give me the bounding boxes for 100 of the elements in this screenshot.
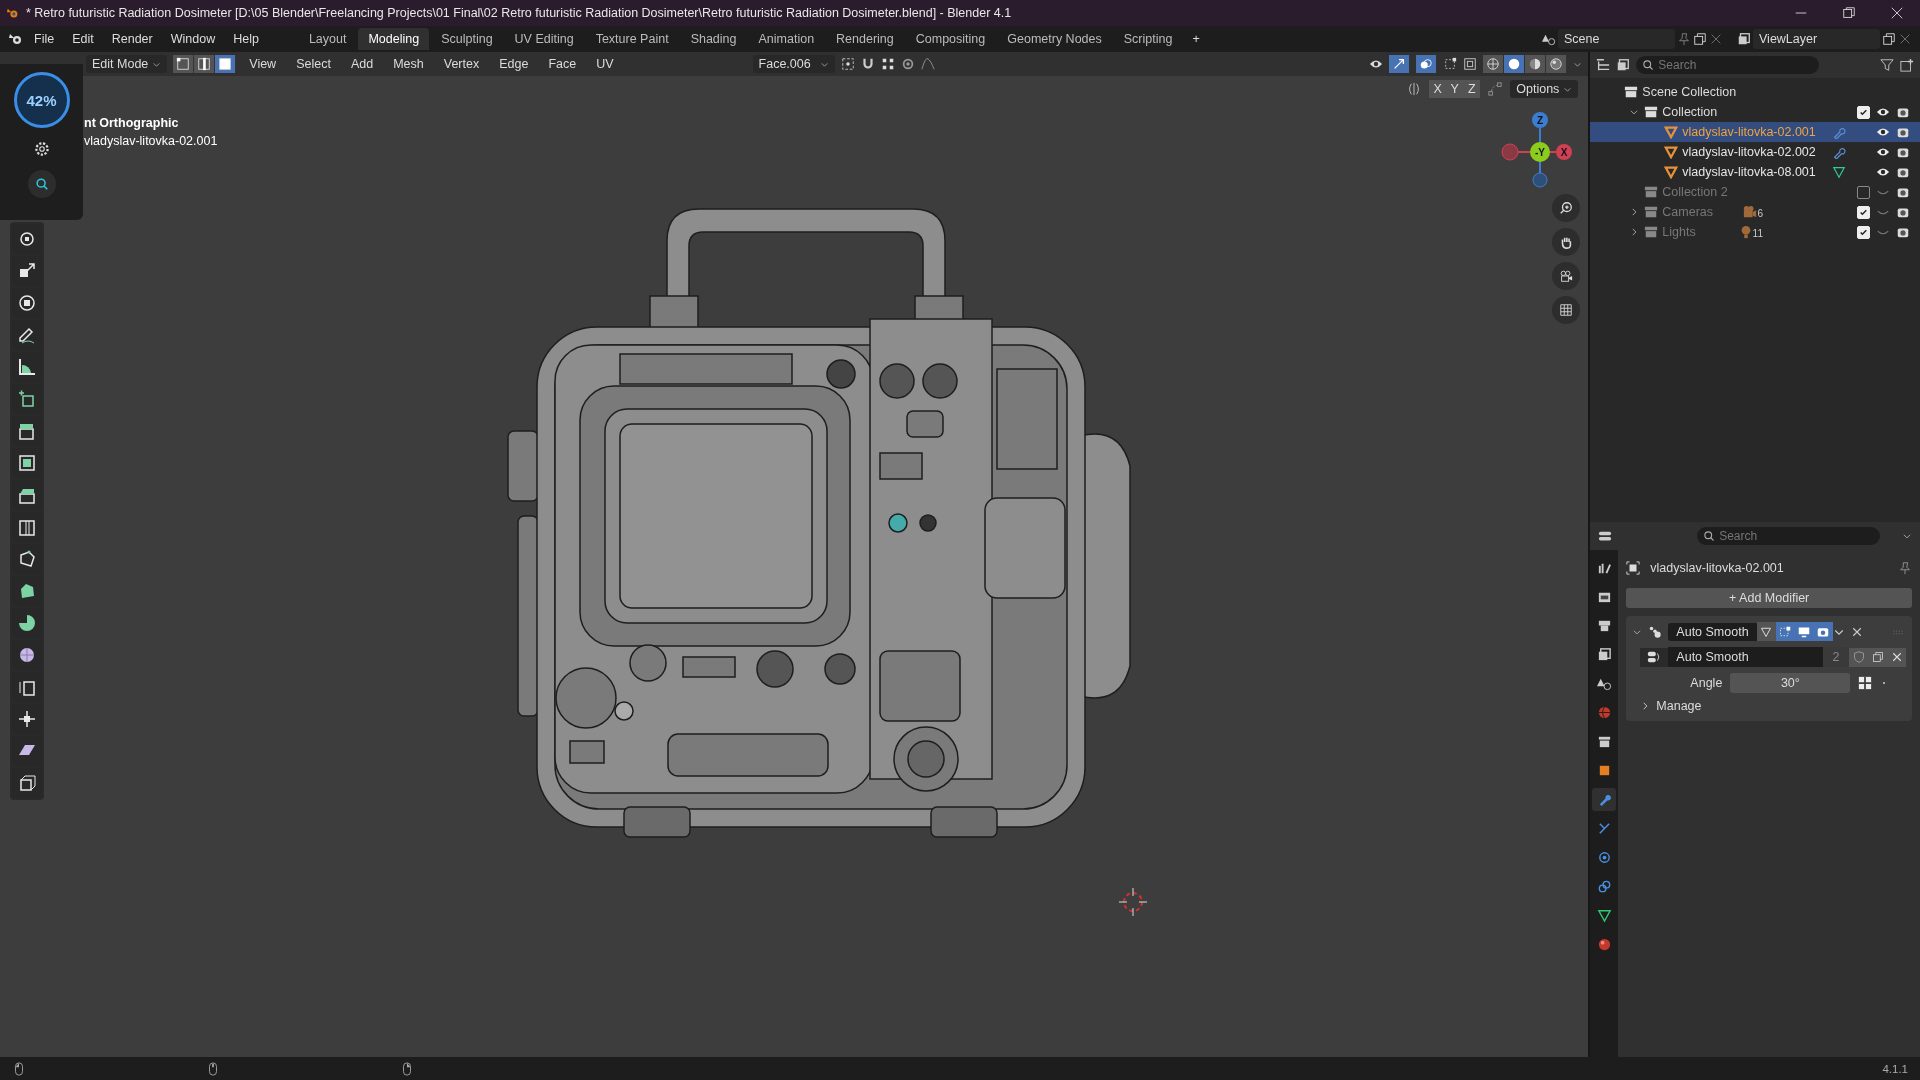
close-icon [1890, 6, 1904, 20]
exclude-checkbox[interactable] [1857, 185, 1870, 199]
negative-z-axis-handle[interactable] [1532, 172, 1548, 188]
edit-mode-icon [1779, 625, 1792, 638]
header-menu[interactable]: Add [343, 55, 381, 73]
header-menu[interactable]: View [242, 55, 284, 73]
outliner-collection-row[interactable]: Scene Collection [1590, 82, 1920, 102]
mirror-icon [1407, 82, 1422, 96]
mode-dropdown[interactable]: Edit Mode [86, 55, 168, 73]
add-modifier-button[interactable]: + Add Modifier [1626, 588, 1912, 608]
select-mode-button[interactable] [194, 55, 216, 73]
header-menu[interactable]: Select [289, 55, 338, 73]
zoom-button[interactable] [1552, 194, 1580, 222]
pan-button[interactable] [1552, 228, 1580, 256]
z-axis-handle[interactable]: Z [1532, 112, 1548, 128]
printer-icon [1596, 618, 1612, 633]
y-axis-handle[interactable]: -Y [1530, 142, 1550, 162]
pivot-icon [840, 57, 855, 71]
workspace-tab[interactable]: Scripting [1113, 28, 1183, 50]
geometry-nodes-icon [1648, 624, 1663, 639]
manage-section[interactable]: Manage [1656, 699, 1702, 713]
menu-item[interactable]: Help [225, 29, 267, 49]
menu-item[interactable]: Render [103, 29, 161, 49]
chevron-down-icon [1902, 531, 1912, 541]
camera-view-button[interactable] [1552, 262, 1580, 290]
workspace-tab[interactable]: UV Editing [504, 28, 584, 50]
sphere-icon [1596, 937, 1612, 952]
search-field[interactable]: Search [1636, 56, 1820, 74]
outliner-collection-row[interactable]: Lights 11 [1590, 222, 1920, 242]
outliner-object-row[interactable]: vladyslav-litovka-02.001 [1590, 122, 1920, 142]
3d-cursor-icon [1118, 887, 1148, 917]
link-icon [1596, 879, 1612, 894]
outliner-object-row[interactable]: vladyslav-litovka-02.002 [1590, 142, 1920, 162]
properties-tab[interactable] [1592, 788, 1617, 811]
shading-button[interactable] [1525, 55, 1547, 73]
gizmo-toggle[interactable] [1389, 55, 1411, 73]
scene-icon [1596, 676, 1612, 691]
pin-icon [1898, 561, 1912, 575]
menu-item[interactable]: File [26, 29, 63, 49]
workspace-tab[interactable]: Shading [680, 28, 747, 50]
outliner-display-icon [1596, 58, 1611, 72]
workspace-tab[interactable]: Sculpting [431, 28, 503, 50]
header-menu[interactable]: Edge [492, 55, 536, 73]
mirror-axis-button[interactable]: X [1429, 80, 1447, 98]
workspace-tab[interactable]: Modeling [358, 28, 430, 50]
check-icon [1859, 107, 1868, 117]
search-button[interactable] [27, 170, 56, 198]
node-group-field[interactable]: Auto Smooth [1668, 647, 1823, 667]
select-mode-button[interactable] [215, 55, 237, 73]
workspace-tab[interactable]: Rendering [826, 28, 904, 50]
loop-cut-icon [17, 517, 37, 537]
outliner-object-row[interactable]: vladyslav-litovka-08.001 [1590, 162, 1920, 182]
close-icon [1850, 625, 1863, 638]
shading-button[interactable] [1504, 55, 1526, 73]
transform-icon [17, 293, 37, 313]
add-workspace-button[interactable]: + [1184, 29, 1208, 49]
image-stack-icon [1596, 647, 1612, 662]
header-menu[interactable]: UV [589, 55, 621, 73]
blender-logo-icon [6, 6, 20, 20]
grid-icon [1559, 303, 1573, 317]
move-arrows-icon [17, 709, 37, 729]
workspace-tab[interactable]: Animation [748, 28, 825, 50]
header-menu[interactable]: Face [541, 55, 584, 73]
header-menu[interactable]: Mesh [386, 55, 431, 73]
ortho-toggle-button[interactable] [1552, 296, 1580, 324]
select-mode-button[interactable] [173, 55, 195, 73]
magnet-icon [860, 57, 875, 71]
orientation-dropdown[interactable]: Face.006 [752, 55, 835, 73]
progress-ring[interactable]: 42% [13, 72, 70, 128]
view-layer-field[interactable]: ViewLayer [1753, 29, 1880, 49]
triangle-icon [1664, 125, 1679, 139]
header-menu[interactable]: Vertex [436, 55, 487, 73]
shading-button[interactable] [1546, 55, 1568, 73]
modifier-name-field[interactable]: Auto Smooth [1668, 622, 1757, 641]
search-field[interactable]: Search [1697, 527, 1881, 545]
hand-icon [1559, 235, 1573, 249]
outliner-collection-row[interactable]: Cameras 6 [1590, 202, 1920, 222]
mouse-right-icon [400, 1061, 414, 1076]
shading-button[interactable] [1483, 55, 1505, 73]
options-dropdown[interactable]: Options [1510, 80, 1579, 98]
box-icon [1644, 205, 1659, 219]
inset-icon [17, 453, 37, 473]
xray-icon [1463, 57, 1478, 71]
outliner-collection-row[interactable]: Collection [1590, 102, 1920, 122]
wrench-icon [1832, 125, 1846, 139]
menu-item[interactable]: Edit [64, 29, 102, 49]
menu-item[interactable]: Window [162, 29, 224, 49]
scene-field[interactable]: Scene [1558, 29, 1675, 49]
proportional-icon [900, 57, 915, 71]
workspace-tab[interactable]: Texture Paint [585, 28, 679, 50]
mirror-axis-button[interactable]: Z [1463, 80, 1481, 98]
edge-select-icon [197, 57, 212, 71]
mirror-axis-button[interactable]: Y [1446, 80, 1464, 98]
x-axis-handle[interactable]: X [1556, 144, 1572, 160]
workspace-tab[interactable]: Layout [298, 28, 357, 50]
angle-field[interactable]: 30° [1730, 673, 1851, 693]
workspace-tab[interactable]: Compositing [905, 28, 996, 50]
negative-x-axis-handle[interactable] [1501, 143, 1519, 161]
overlay-toggle[interactable] [1416, 55, 1438, 73]
workspace-tab[interactable]: Geometry Nodes [997, 28, 1112, 50]
